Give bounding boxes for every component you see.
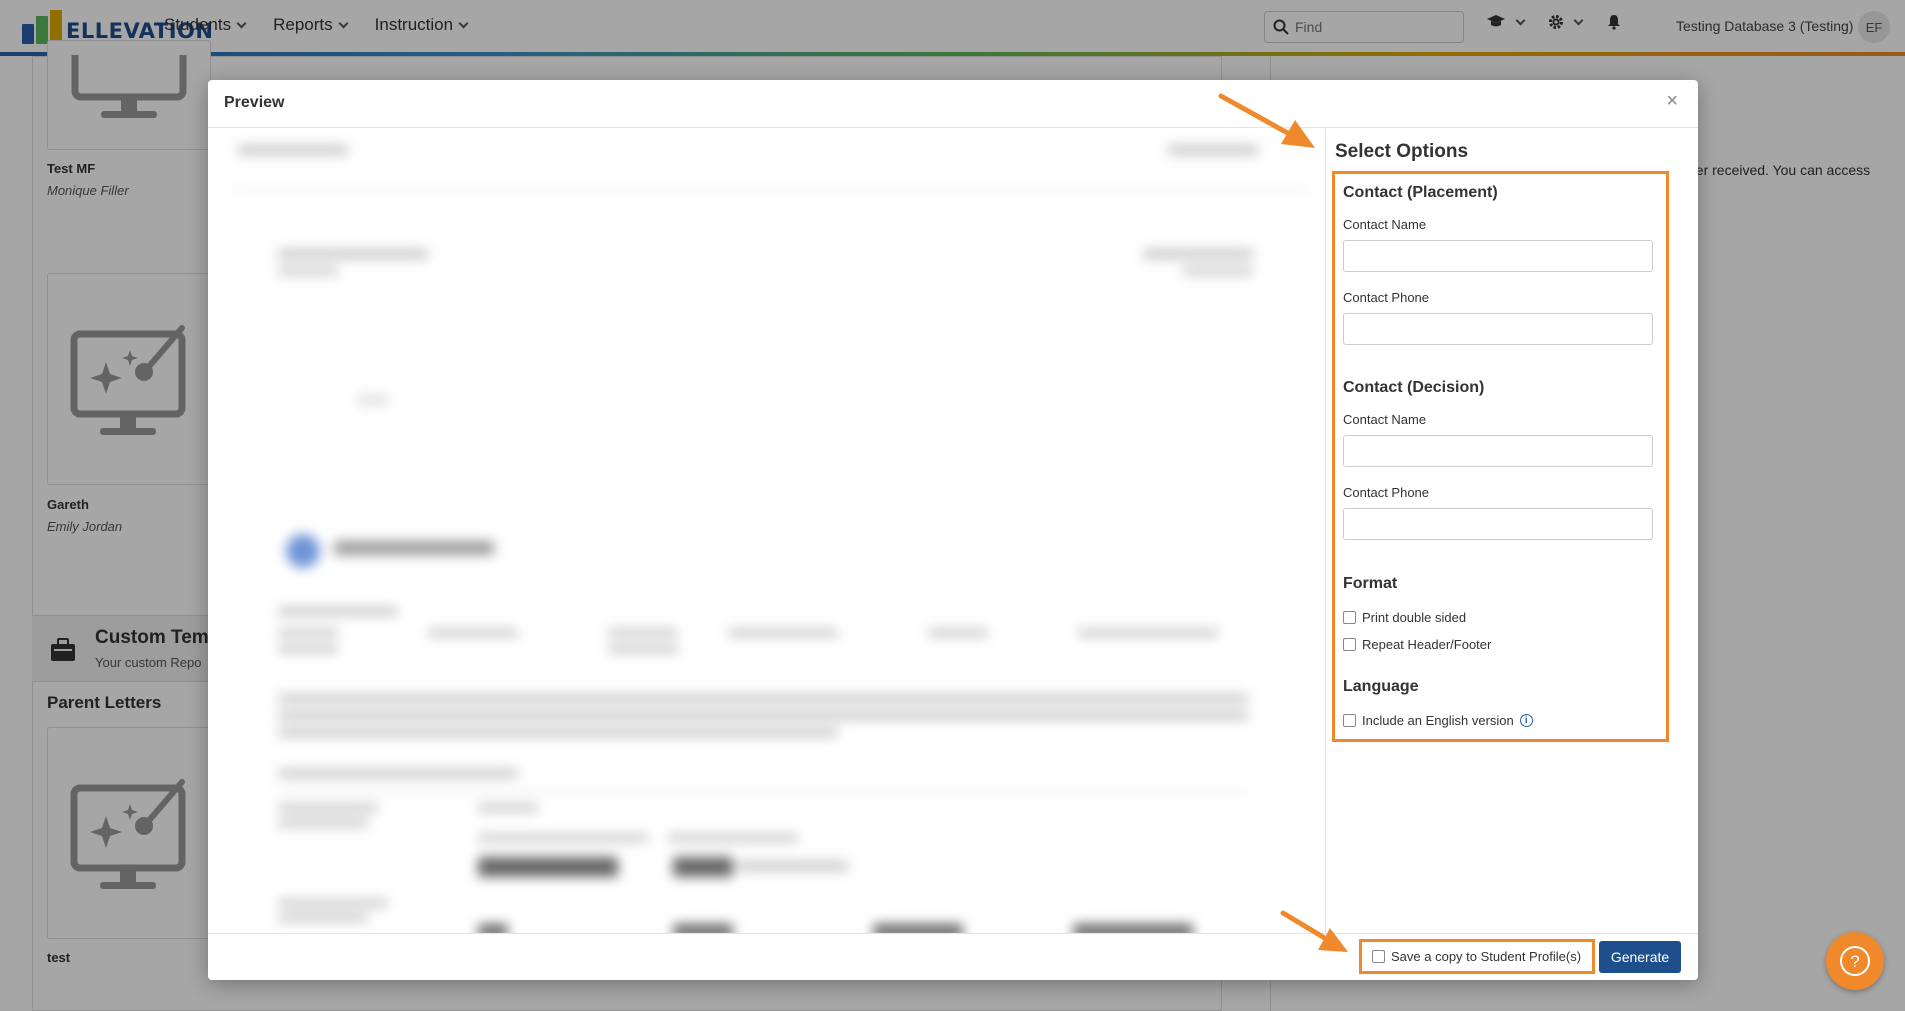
- placement-contact-name-label: Contact Name: [1343, 217, 1427, 232]
- annotation-arrow-icon: [1280, 910, 1348, 952]
- select-options-title: Select Options: [1335, 141, 1469, 162]
- select-options-panel: Select Options Contact (Placement) Conta…: [1325, 129, 1698, 933]
- question-icon: ?: [1840, 946, 1870, 976]
- modal-header: Preview ×: [208, 80, 1698, 128]
- close-button[interactable]: ×: [1666, 90, 1678, 113]
- repeat-header-footer-option[interactable]: Repeat Header/Footer: [1343, 637, 1491, 652]
- print-double-sided-label: Print double sided: [1362, 610, 1467, 625]
- print-double-sided-checkbox[interactable]: [1343, 611, 1356, 624]
- placement-contact-name-input[interactable]: [1343, 240, 1653, 272]
- annotation-arrow-icon: [1218, 93, 1315, 148]
- modal-title: Preview: [224, 94, 285, 111]
- decision-contact-phone-input[interactable]: [1343, 508, 1653, 540]
- include-english-option[interactable]: Include an English version i: [1343, 713, 1533, 728]
- placement-contact-heading: Contact (Placement): [1343, 184, 1498, 201]
- info-icon[interactable]: i: [1519, 714, 1533, 727]
- include-english-label: Include an English version: [1362, 713, 1514, 728]
- repeat-header-footer-label: Repeat Header/Footer: [1362, 637, 1492, 652]
- placement-contact-phone-label: Contact Phone: [1343, 290, 1430, 305]
- decision-contact-name-input[interactable]: [1343, 435, 1653, 467]
- format-heading: Format: [1343, 575, 1398, 592]
- document-preview: [208, 129, 1324, 933]
- save-copy-option[interactable]: Save a copy to Student Profile(s): [1359, 939, 1595, 974]
- blurred-document: [208, 129, 1324, 933]
- modal-footer: Save a copy to Student Profile(s) Genera…: [208, 933, 1698, 980]
- include-english-checkbox[interactable]: [1343, 714, 1356, 727]
- help-label: ?: [1850, 952, 1859, 971]
- decision-contact-phone-label: Contact Phone: [1343, 485, 1430, 500]
- save-copy-checkbox[interactable]: [1372, 950, 1385, 963]
- preview-modal: Preview × Select Options Contact (Placem…: [208, 80, 1698, 980]
- repeat-header-footer-checkbox[interactable]: [1343, 638, 1356, 651]
- print-double-sided-option[interactable]: Print double sided: [1343, 610, 1466, 625]
- generate-button[interactable]: Generate: [1599, 941, 1681, 973]
- save-copy-label: Save a copy to Student Profile(s): [1391, 949, 1582, 964]
- language-heading: Language: [1343, 678, 1419, 695]
- placement-contact-phone-input[interactable]: [1343, 313, 1653, 345]
- decision-contact-name-label: Contact Name: [1343, 412, 1427, 427]
- options-highlight-box: Contact (Placement) Contact Name Contact…: [1332, 171, 1669, 742]
- help-button[interactable]: ?: [1826, 932, 1884, 990]
- decision-contact-heading: Contact (Decision): [1343, 379, 1485, 396]
